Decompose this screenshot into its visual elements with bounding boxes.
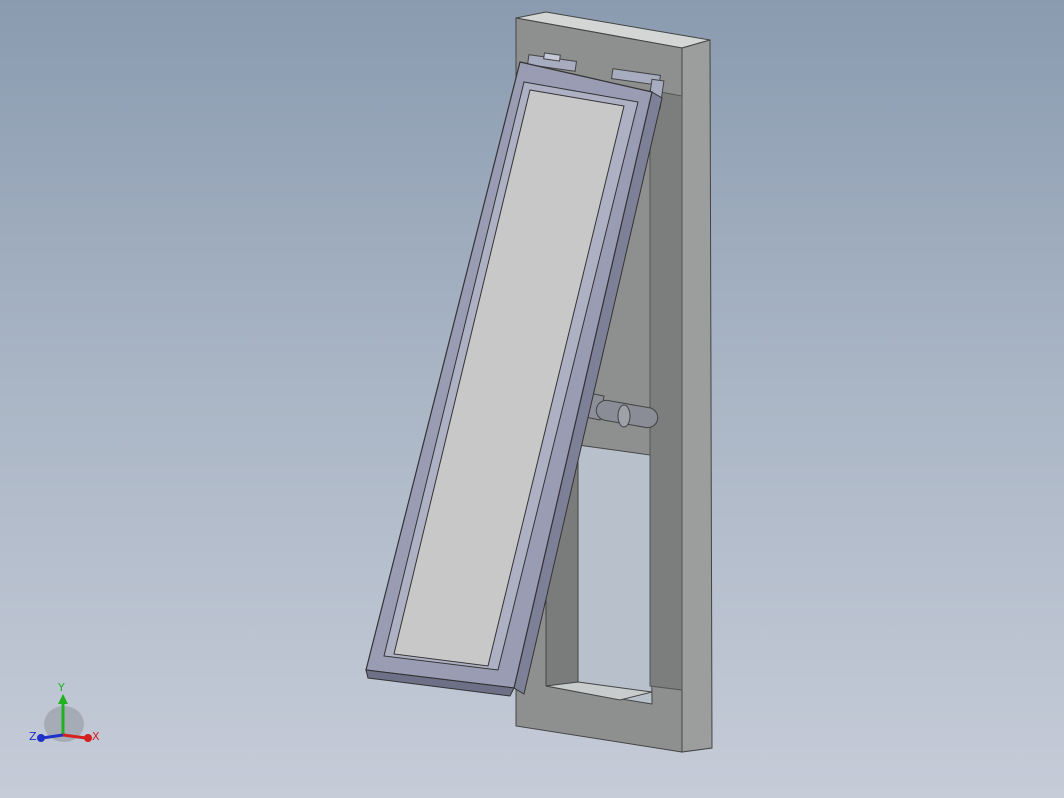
triad-z-label: Z xyxy=(29,730,37,743)
frame-right-face xyxy=(681,39,713,753)
orientation-triad[interactable]: Y X Z xyxy=(29,681,100,743)
triad-z-arrow-icon xyxy=(37,734,45,742)
triad-y-label: Y xyxy=(57,681,65,694)
triad-x-label: X xyxy=(92,730,100,743)
graphics-viewport[interactable]: Y X Z xyxy=(0,0,1064,798)
triad-x-arrow-icon xyxy=(84,734,92,742)
frame-lower-opening xyxy=(577,444,653,705)
model-scene[interactable]: Y X Z xyxy=(0,0,1064,798)
stay-collar xyxy=(617,404,631,428)
triad-y-arrow-icon xyxy=(58,694,68,704)
frame-inner-strip xyxy=(649,89,683,691)
